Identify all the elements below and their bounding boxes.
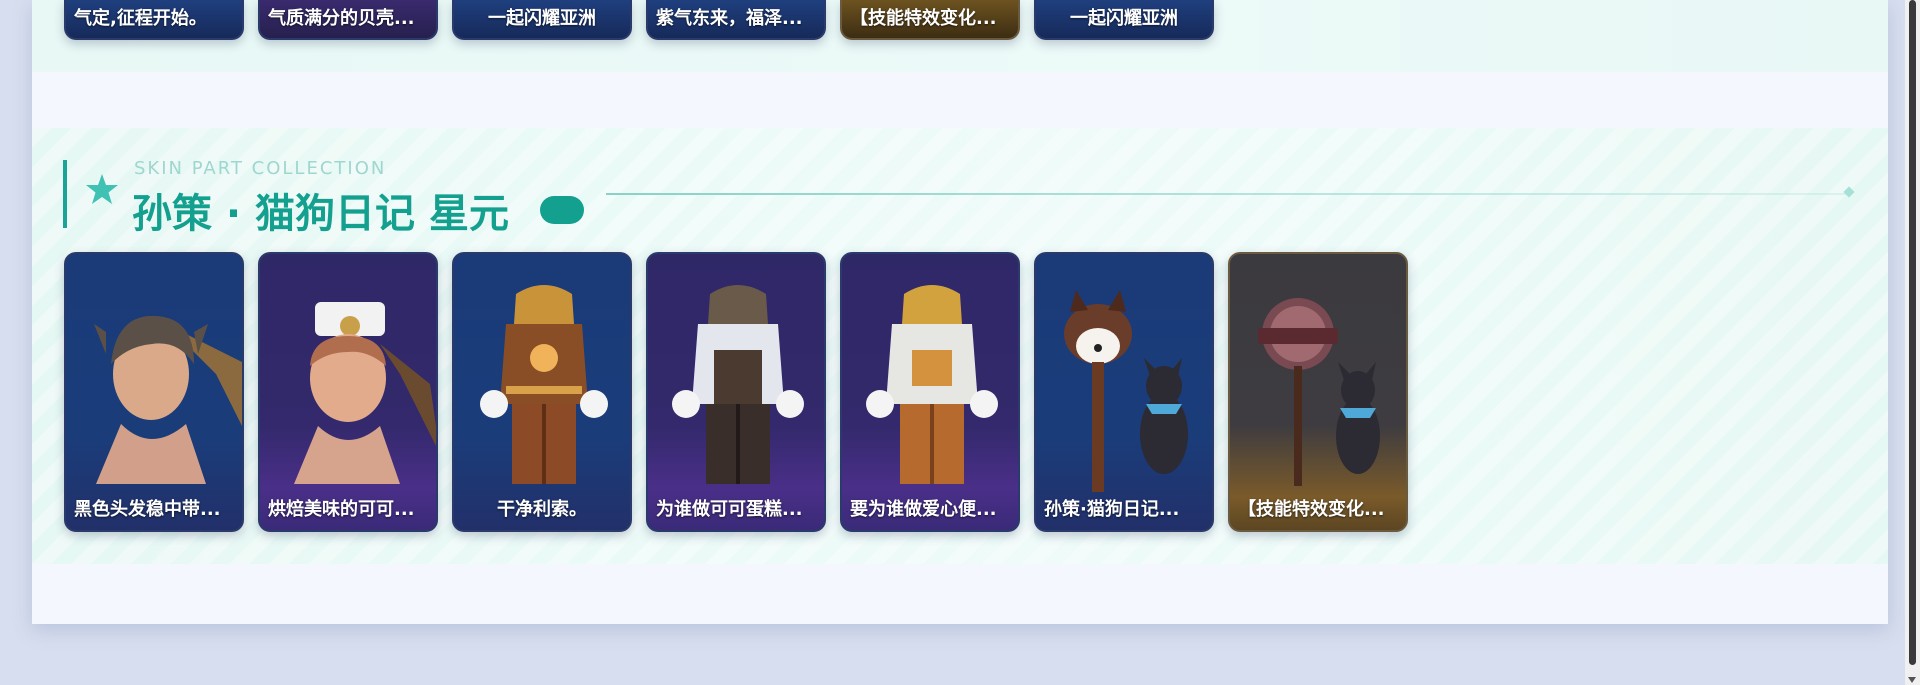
skin-card[interactable]: 气定,征程开始。: [64, 0, 244, 40]
section-accent-bar: [63, 160, 67, 228]
skin-card-label: 一起闪耀亚洲: [488, 8, 596, 29]
skin-card[interactable]: 【技能特效变化...: [840, 0, 1020, 40]
skin-part-card[interactable]: 为谁做可可蛋糕...: [646, 252, 826, 532]
skin-card-label: 烘焙美味的可可...: [268, 499, 415, 520]
skin-card-label: 气定,征程开始。: [74, 8, 207, 29]
cake-shop-sign-icon: [1258, 298, 1380, 486]
scrollbar-thumb[interactable]: [1909, 0, 1916, 665]
dog-staff-icon: [1064, 290, 1188, 492]
skin-card-label: 紫气东来，福泽...: [656, 8, 803, 29]
scroll-down-arrow-icon[interactable]: [1908, 677, 1916, 683]
star-icon: [86, 174, 118, 204]
section-title: 孙策 · 猫狗日记 星元: [132, 191, 509, 237]
skin-card-label: 孙策·猫狗日记...: [1044, 499, 1180, 520]
skin-card[interactable]: 一起闪耀亚洲: [452, 0, 632, 40]
skin-card-label: 黑色头发稳中带...: [74, 499, 221, 520]
hoodie-outfit-icon: [480, 285, 608, 484]
skin-card-label: 气质满分的贝壳...: [268, 8, 415, 29]
skin-card[interactable]: 一起闪耀亚洲: [1034, 0, 1214, 40]
section-divider: [606, 193, 1846, 195]
skin-card[interactable]: 紫气东来，福泽...: [646, 0, 826, 40]
skin-card[interactable]: 气质满分的贝壳...: [258, 0, 438, 40]
jacket-outfit-icon: [866, 285, 998, 484]
head-chef-icon: [294, 302, 436, 484]
section-subtitle: SKIN PART COLLECTION: [134, 158, 387, 179]
skin-card-label: 【技能特效变化...: [1238, 499, 1385, 520]
skin-part-card[interactable]: 黑色头发稳中带...: [64, 252, 244, 532]
head-hair-icon: [94, 315, 242, 484]
skin-part-card[interactable]: 干净利索。: [452, 252, 632, 532]
skin-part-card[interactable]: 烘焙美味的可可...: [258, 252, 438, 532]
skin-card-label: 【技能特效变化...: [850, 8, 997, 29]
skin-card-label: 为谁做可可蛋糕...: [656, 499, 803, 520]
skin-card-label: 干净利索。: [497, 499, 587, 520]
skin-card-label: 要为谁做爱心便...: [850, 499, 997, 520]
apron-outfit-icon: [672, 285, 804, 484]
vertical-scrollbar[interactable]: [1905, 0, 1920, 685]
skin-part-card[interactable]: 要为谁做爱心便...: [840, 252, 1020, 532]
skin-card-label: 一起闪耀亚洲: [1070, 8, 1178, 29]
section-badge: [540, 196, 584, 224]
skin-part-card[interactable]: 【技能特效变化...: [1228, 252, 1408, 532]
skin-part-card[interactable]: 孙策·猫狗日记...: [1034, 252, 1214, 532]
